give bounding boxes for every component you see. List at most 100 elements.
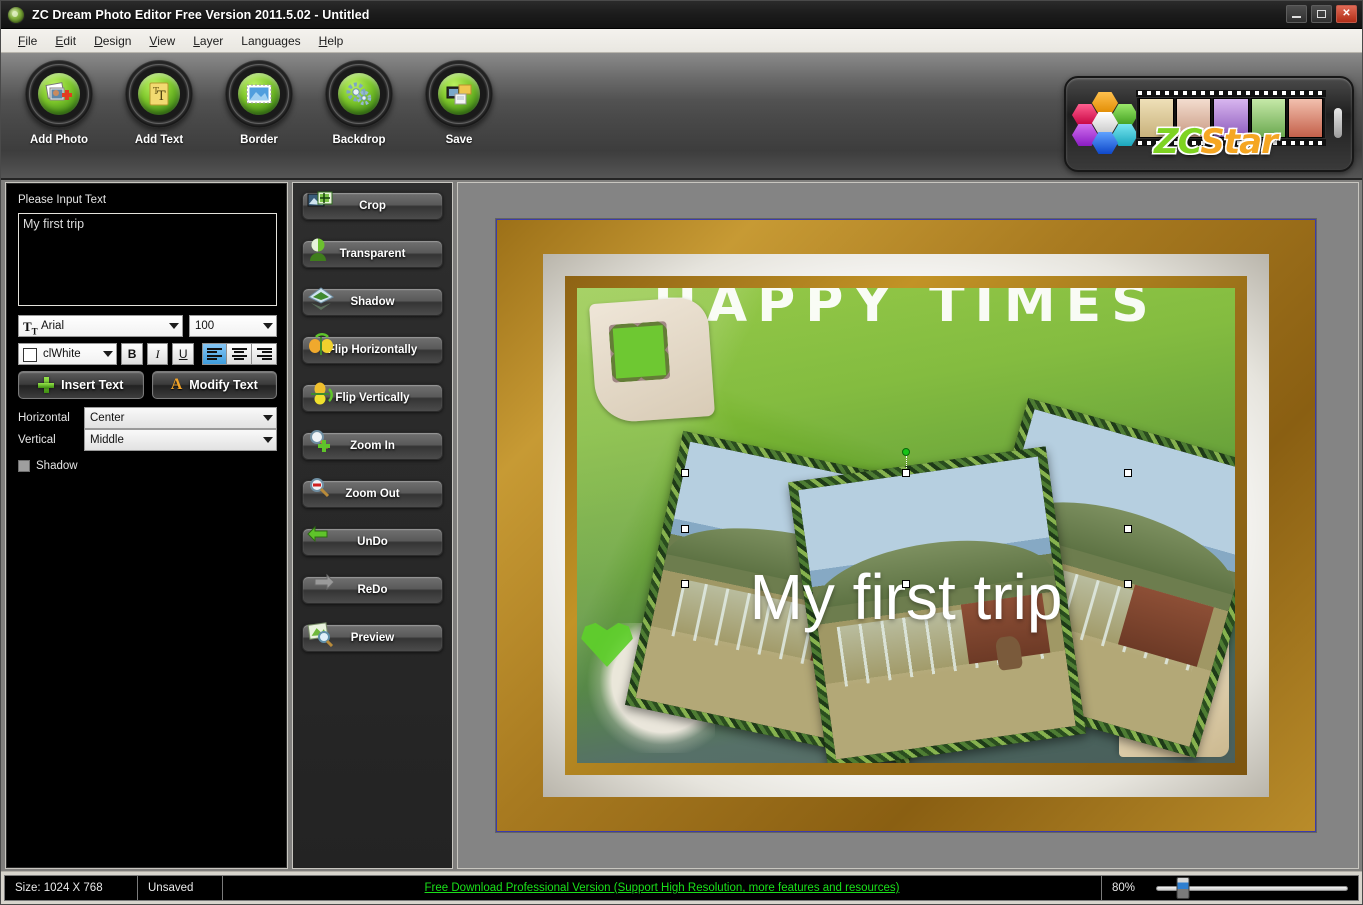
toolbar-add-text[interactable]: T T Add Text <box>109 60 209 146</box>
zoom-in-button[interactable]: Zoom In <box>302 430 443 460</box>
hex-orange <box>1092 92 1118 114</box>
crop-icon <box>306 187 336 217</box>
undo-button[interactable]: UnDo <box>302 525 443 556</box>
chevron-down-icon <box>169 323 179 329</box>
composition-photo[interactable]: HAPPY TIMES A <box>577 288 1235 763</box>
selection-handle-mid-left[interactable] <box>681 525 689 533</box>
minimize-icon <box>1292 16 1301 18</box>
status-zoom[interactable]: 80% <box>1101 875 1359 901</box>
chevron-down-icon <box>263 415 273 421</box>
hex-cluster-icon <box>1072 92 1138 160</box>
horizontal-align-value: Center <box>90 412 125 424</box>
selection-handle-top-left[interactable] <box>681 469 689 477</box>
align-center-icon[interactable] <box>227 343 253 365</box>
font-row: TT Arial 100 <box>18 315 277 337</box>
flip-vertical-label: Flip Vertically <box>335 392 410 404</box>
text-input[interactable] <box>18 213 277 306</box>
add-text-button[interactable]: T T <box>125 60 193 128</box>
text-properties-panel: Please Input Text TT Arial 100 clWhite <box>5 182 288 869</box>
close-button[interactable]: ✕ <box>1336 5 1357 23</box>
rotation-handle-icon[interactable] <box>902 448 910 456</box>
font-color-select[interactable]: clWhite <box>18 343 118 365</box>
flip-vertical-button[interactable]: Flip Vertically <box>302 382 443 412</box>
menu-item-file[interactable]: File <box>9 32 46 50</box>
underline-button[interactable]: U <box>172 343 195 365</box>
selection-handle-bottom-left[interactable] <box>681 580 689 588</box>
bold-button[interactable]: B <box>121 343 143 365</box>
shadow-checkbox[interactable] <box>18 460 30 472</box>
toolbar-save[interactable]: Save <box>409 60 509 146</box>
zoom-percent-label: 80% <box>1112 882 1136 894</box>
canvas-workspace[interactable]: HAPPY TIMES A <box>458 183 1358 868</box>
menu-item-design[interactable]: Design <box>85 32 140 50</box>
font-glyph-icon: TT <box>23 319 38 337</box>
main-body: Please Input Text TT Arial 100 clWhite <box>1 180 1362 871</box>
text-action-row: Insert Text A Modify Text <box>18 371 277 399</box>
selection-handle-top-right[interactable] <box>1124 469 1132 477</box>
flip-horizontal-button[interactable]: Flip Horizontally <box>302 333 443 364</box>
insert-text-button[interactable]: Insert Text <box>18 371 144 399</box>
italic-button[interactable]: I <box>146 343 169 365</box>
inner-frame: HAPPY TIMES A <box>565 276 1247 775</box>
phone-side-button <box>1334 108 1342 138</box>
minimize-button[interactable] <box>1286 5 1307 23</box>
align-left-icon[interactable] <box>202 343 228 365</box>
zoom-slider-thumb[interactable] <box>1176 877 1190 899</box>
status-promo[interactable]: Free Download Professional Version (Supp… <box>222 875 1102 901</box>
shadow-tool-label: Shadow <box>350 296 395 308</box>
redo-button[interactable]: ReDo <box>302 573 443 604</box>
artboard[interactable]: HAPPY TIMES A <box>496 219 1316 832</box>
backdrop-button[interactable] <box>325 60 393 128</box>
undo-icon <box>306 523 336 553</box>
tools-panel: Crop Transparent Shadow Flip Horizontall… <box>292 182 453 869</box>
menu-item-languages[interactable]: Languages <box>232 32 309 50</box>
zoom-out-icon <box>306 475 336 505</box>
preview-button[interactable]: Preview <box>302 622 443 652</box>
tools-list: Crop Transparent Shadow Flip Horizontall… <box>302 191 443 672</box>
horizontal-align-select[interactable]: Center <box>84 407 277 429</box>
border-icon <box>238 73 280 115</box>
undo-label: UnDo <box>357 536 388 548</box>
main-toolbar: Add Photo T T Add Text Border Backdrop S… <box>1 53 1362 180</box>
font-color-value: clWhite <box>43 348 81 360</box>
toolbar-backdrop[interactable]: Backdrop <box>309 60 409 146</box>
crop-button[interactable]: Crop <box>302 191 443 220</box>
add-photo-button[interactable] <box>25 60 93 128</box>
photo-frame-2[interactable] <box>788 446 1086 763</box>
shadow-tool-button[interactable]: Shadow <box>302 287 443 316</box>
menu-item-view[interactable]: View <box>140 32 184 50</box>
zoom-slider[interactable] <box>1156 877 1348 899</box>
canvas-panel[interactable]: HAPPY TIMES A <box>457 182 1359 869</box>
save-button[interactable] <box>425 60 493 128</box>
shadow-row[interactable]: Shadow <box>18 460 78 472</box>
menu-item-layer[interactable]: Layer <box>184 32 232 50</box>
menu-item-help[interactable]: Help <box>310 32 353 50</box>
vertical-align-value: Middle <box>90 434 124 446</box>
menu-item-edit[interactable]: Edit <box>46 32 85 50</box>
vertical-align-select[interactable]: Middle <box>84 429 277 451</box>
toolbar-border[interactable]: Border <box>209 60 309 146</box>
modify-text-button[interactable]: A Modify Text <box>151 371 277 399</box>
align-right-icon[interactable] <box>252 343 278 365</box>
font-family-select[interactable]: TT Arial <box>18 315 183 337</box>
backdrop-icon <box>338 73 380 115</box>
selection-handle-top-center[interactable] <box>902 469 910 477</box>
transparent-label: Transparent <box>339 248 406 260</box>
border-button[interactable] <box>225 60 293 128</box>
title-bar: ZC Dream Photo Editor Free Version 2011.… <box>1 1 1362 29</box>
selection-handle-bottom-right[interactable] <box>1124 580 1132 588</box>
horizontal-label: Horizontal <box>18 412 70 424</box>
barn-shape <box>1118 584 1215 667</box>
font-size-select[interactable]: 100 <box>189 315 277 337</box>
selection-handle-mid-right[interactable] <box>1124 525 1132 533</box>
toolbar-label-add-text: Add Text <box>134 134 184 146</box>
zoom-in-label: Zoom In <box>350 440 395 452</box>
toolbar-buttons: Add Photo T T Add Text Border Backdrop S… <box>9 60 509 146</box>
transparent-button[interactable]: Transparent <box>302 238 443 268</box>
zoom-out-button[interactable]: Zoom Out <box>302 478 443 508</box>
promo-link[interactable]: Free Download Professional Version (Supp… <box>425 882 900 894</box>
selection-handle-bottom-center[interactable] <box>902 580 910 588</box>
toolbar-label-backdrop: Backdrop <box>332 134 386 146</box>
maximize-button[interactable] <box>1311 5 1332 23</box>
toolbar-add-photo[interactable]: Add Photo <box>9 60 109 146</box>
